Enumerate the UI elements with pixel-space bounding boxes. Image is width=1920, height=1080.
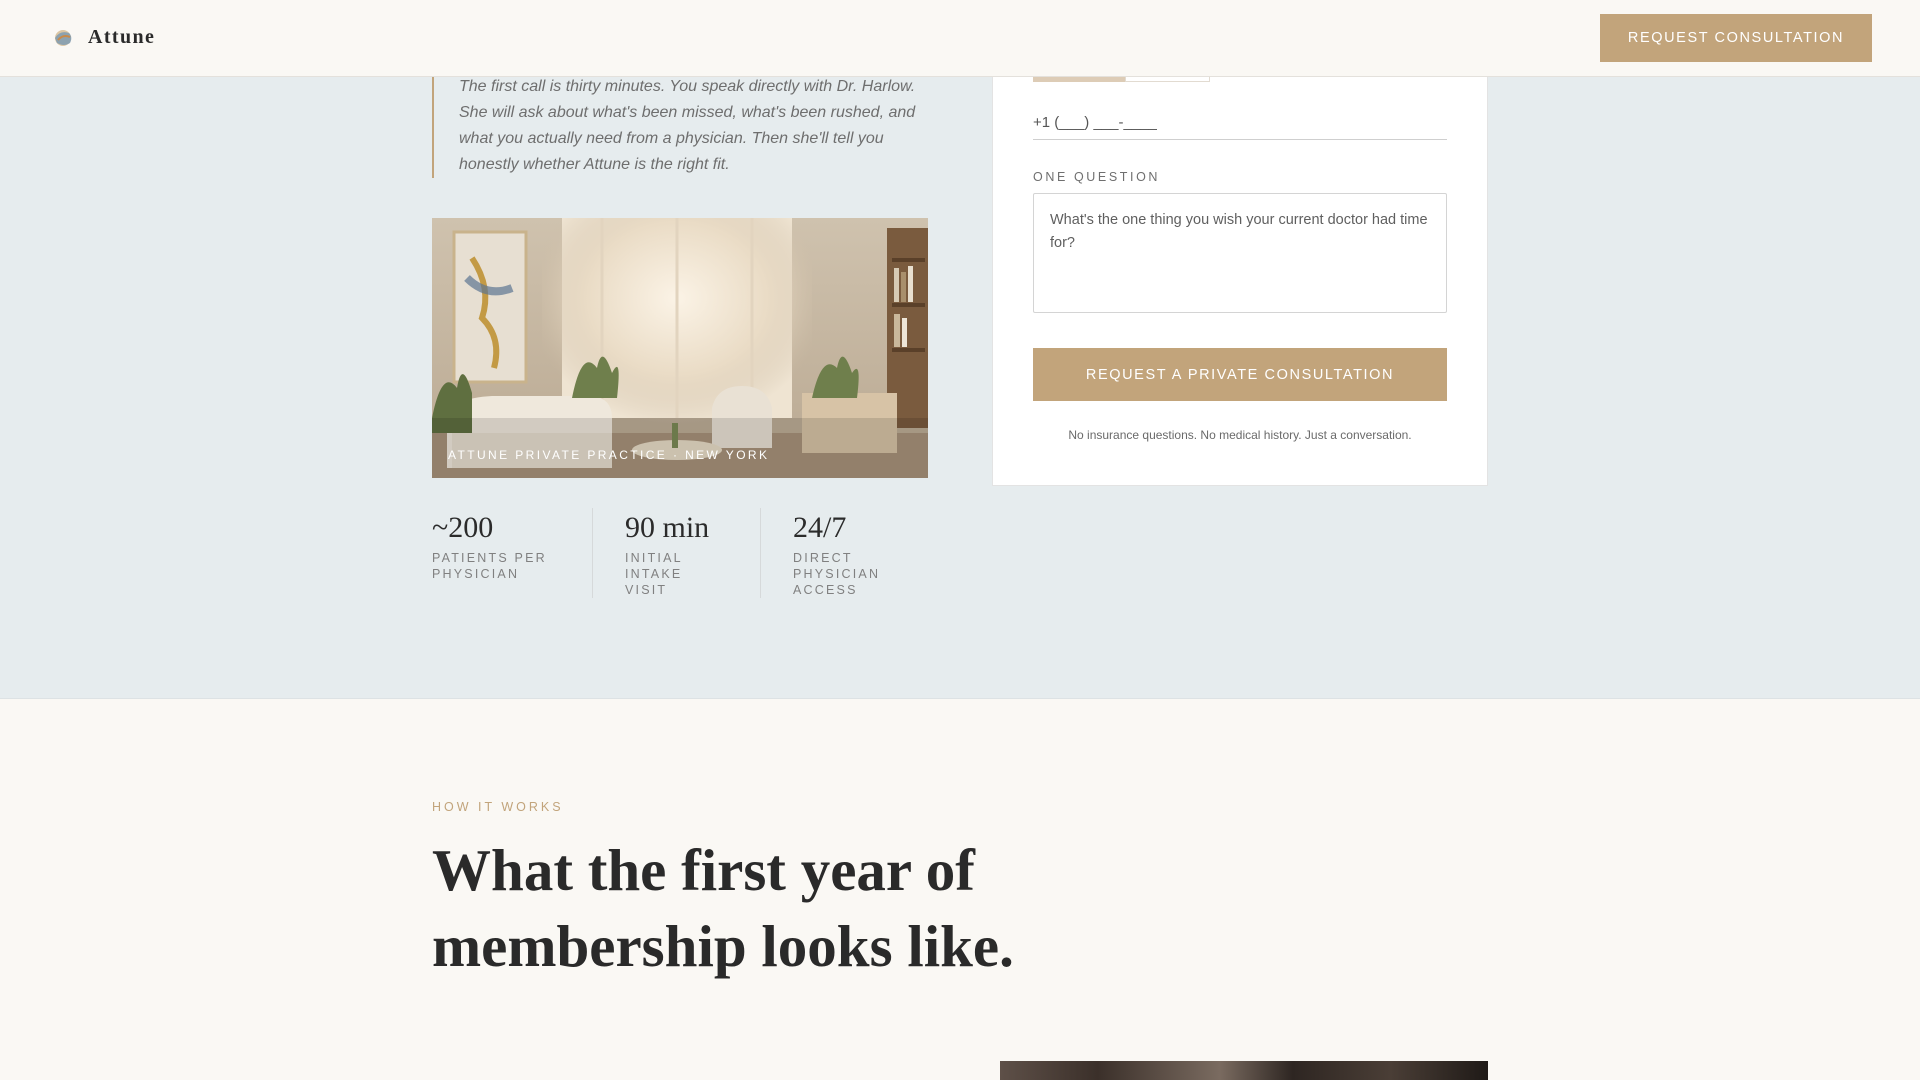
brand-name[interactable]: Attune bbox=[88, 26, 155, 49]
question-textarea[interactable]: What's the one thing you wish your curre… bbox=[1033, 193, 1447, 313]
stat-label: DIRECT PHYSICIAN ACCESS bbox=[793, 551, 881, 597]
intro-quote: The first call is thirty minutes. You sp… bbox=[432, 74, 932, 178]
stat-value: 90 min bbox=[625, 511, 710, 544]
question-label: ONE QUESTION bbox=[1033, 170, 1161, 184]
section-photo bbox=[1000, 1061, 1488, 1080]
site-header: Attune REQUEST CONSULTATION bbox=[0, 0, 1920, 77]
request-consultation-submit-button[interactable]: REQUEST A PRIVATE CONSULTATION bbox=[1033, 348, 1447, 401]
attune-logo-icon[interactable] bbox=[52, 28, 76, 48]
hero-section: The first call is thirty minutes. You sp… bbox=[0, 0, 1920, 699]
form-note: No insurance questions. No medical histo… bbox=[1068, 428, 1412, 442]
request-consultation-button[interactable]: REQUEST CONSULTATION bbox=[1600, 14, 1872, 62]
phone-field[interactable]: +1 (___) ___-____ bbox=[1033, 106, 1447, 140]
stat-label: PATIENTS PER PHYSICIAN bbox=[432, 551, 547, 581]
stat-intake: 90 min INITIAL INTAKE VISIT bbox=[592, 508, 760, 598]
stat-patients: ~200 PATIENTS PER PHYSICIAN bbox=[432, 508, 592, 598]
section-title: What the first year of membership looks … bbox=[432, 837, 1014, 979]
stat-label: INITIAL INTAKE VISIT bbox=[625, 551, 683, 597]
photo-caption: ATTUNE PRIVATE PRACTICE · NEW YORK bbox=[448, 448, 770, 462]
stats-row: ~200 PATIENTS PER PHYSICIAN 90 min INITI… bbox=[432, 508, 932, 598]
section-eyebrow: HOW IT WORKS bbox=[432, 800, 564, 814]
stat-value: ~200 bbox=[432, 511, 494, 544]
waiting-room-image bbox=[432, 218, 928, 478]
stat-access: 24/7 DIRECT PHYSICIAN ACCESS bbox=[760, 508, 910, 598]
practice-photo: ATTUNE PRIVATE PRACTICE · NEW YORK bbox=[432, 218, 928, 478]
stat-value: 24/7 bbox=[793, 511, 847, 544]
